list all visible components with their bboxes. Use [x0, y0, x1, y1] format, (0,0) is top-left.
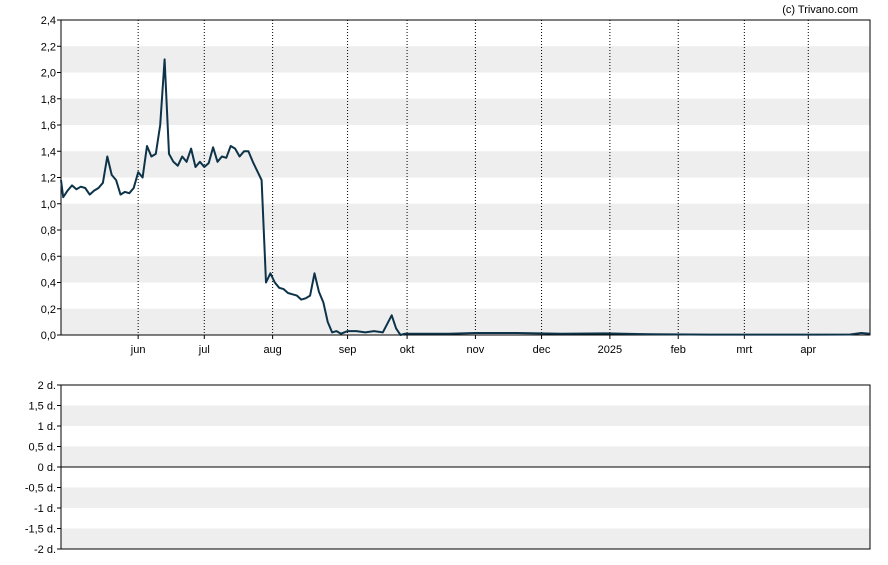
upper-grid-band — [61, 308, 870, 335]
lower-chart: 2 d. 1,5 d. 1 d. 0,5 d. 0 d. -0,5 d. -1 d. -1,5… — [25, 380, 871, 556]
x-tick-label: feb — [671, 344, 686, 356]
y-tick-label: 0,0 — [41, 330, 56, 342]
upper-grid-bands — [61, 46, 870, 335]
y-tick-label: 1,0 — [41, 199, 56, 211]
watermark-credit: (c) Trivano.com — [782, 4, 858, 16]
upper-grid-band — [61, 151, 870, 178]
y-tick-label: 2,0 — [41, 68, 56, 80]
x-tick-label: apr — [800, 344, 816, 356]
upper-grid-band — [61, 98, 870, 125]
lower-y-axis: 2 d. 1,5 d. 1 d. 0,5 d. 0 d. -0,5 d. -1 d. -1,5… — [25, 380, 61, 556]
y-tick-label: 1,4 — [41, 146, 56, 158]
lower-grid-band — [61, 487, 870, 508]
y-tick-label: 2 d. — [38, 380, 56, 392]
lower-grid-band — [61, 405, 870, 426]
y-tick-label: 0,4 — [41, 278, 56, 290]
y-tick-label: 0 d. — [38, 462, 56, 474]
x-tick-label: nov — [467, 344, 485, 356]
y-tick-label: 1,5 d. — [28, 401, 56, 413]
lower-grid-band — [61, 528, 870, 549]
lower-grid-band — [61, 446, 870, 467]
y-tick-label: 2,2 — [41, 41, 56, 53]
y-tick-label: 1,2 — [41, 173, 56, 185]
y-tick-label: -0,5 d. — [25, 483, 56, 495]
x-tick-label: aug — [263, 344, 281, 356]
y-tick-label: 1,6 — [41, 120, 56, 132]
y-tick-label: 0,5 d. — [28, 442, 56, 454]
upper-y-axis: 0,0 0,2 0,4 0,6 0,8 1,0 1,2 1,4 1,6 1,8 2,0 2,2 2,4 — [41, 15, 61, 342]
y-tick-label: 0,2 — [41, 304, 56, 316]
price-chart: 0,00,20,40,60,81,01,21,41,61,82,02,22,4 … — [41, 15, 871, 356]
y-tick-label: 0,6 — [41, 251, 56, 263]
y-tick-label: 1,8 — [41, 94, 56, 106]
chart-canvas: (c) Trivano.com 0,0 0,2 0,4 0,6 0,8 1,0 1,2 1,4… — [25, 4, 871, 556]
y-tick-label: 2,4 — [41, 15, 56, 27]
x-tick-label: jun — [130, 344, 146, 356]
y-tick-label: -1 d. — [34, 503, 56, 515]
lower-grid-bands — [61, 405, 870, 549]
x-tick-label: dec — [533, 344, 551, 356]
y-tick-label: -1,5 d. — [25, 524, 56, 536]
upper-grid-band — [61, 256, 870, 283]
x-tick-label: okt — [400, 344, 415, 356]
upper-grid-band — [61, 203, 870, 230]
x-tick-label: sep — [339, 344, 357, 356]
x-tick-label: jul — [198, 344, 210, 356]
upper-grid-band — [61, 46, 870, 73]
y-tick-label: 0,8 — [41, 225, 56, 237]
upper-x-axis: jun jul aug sep okt nov dec 2025 feb mrt apr — [130, 335, 817, 356]
x-tick-label: mrt — [736, 344, 752, 356]
x-tick-label: 2025 — [598, 344, 622, 356]
y-tick-label: 1 d. — [38, 421, 56, 433]
y-tick-label: -2 d. — [34, 544, 56, 556]
